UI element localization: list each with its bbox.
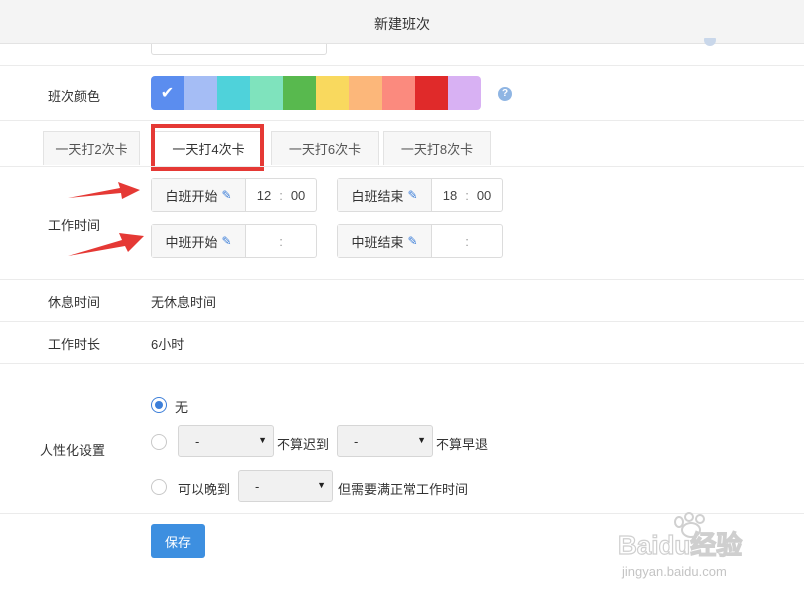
color-swatch[interactable]	[250, 76, 283, 110]
color-swatch[interactable]	[415, 76, 448, 110]
caret-down-icon: ▼	[417, 435, 426, 445]
day-end-time: 白班结束 ✎ 18 : 00	[337, 178, 503, 212]
duration-value: 6小时	[151, 337, 185, 352]
color-picker: ✔	[151, 76, 481, 110]
dialog-header: 新建班次	[0, 0, 804, 44]
color-swatch[interactable]	[217, 76, 250, 110]
color-swatch[interactable]	[283, 76, 316, 110]
color-swatch[interactable]	[316, 76, 349, 110]
highlight-box	[151, 124, 264, 171]
tab-6-punches[interactable]: 一天打6次卡	[271, 131, 379, 165]
mid-start-time-input[interactable]: :	[246, 225, 316, 257]
mid-end-time: 中班结束 ✎ :	[337, 224, 503, 258]
mid-end-label: 中班结束	[351, 234, 404, 250]
late-allow-suffix: 但需要满正常工作时间	[338, 482, 469, 497]
divider	[0, 65, 804, 66]
color-swatch[interactable]	[349, 76, 382, 110]
divider	[0, 120, 804, 121]
svg-text:jingyan.baidu.com: jingyan.baidu.com	[621, 564, 727, 579]
pencil-icon[interactable]: ✎	[221, 234, 231, 248]
radio-none[interactable]	[151, 397, 167, 413]
late-allow-prefix: 可以晚到	[178, 482, 231, 497]
baidu-watermark: Baidu经验 jingyan.baidu.com	[617, 512, 743, 579]
divider	[0, 279, 804, 280]
mid-end-time-input[interactable]: :	[432, 225, 502, 257]
color-swatch[interactable]: ✔	[151, 76, 184, 110]
mid-start-label: 中班开始	[165, 234, 218, 250]
pencil-icon[interactable]: ✎	[407, 234, 417, 248]
late-allow-select[interactable]: - ▼	[238, 470, 333, 502]
pencil-icon[interactable]: ✎	[407, 188, 417, 202]
early-text: 不算早退	[436, 437, 489, 452]
red-arrow-icon	[68, 182, 140, 199]
color-swatch[interactable]	[382, 76, 415, 110]
color-swatch[interactable]	[184, 76, 217, 110]
day-start-label: 白班开始	[165, 188, 218, 204]
save-button[interactable]: 保存	[151, 524, 205, 558]
check-icon: ✔	[160, 85, 175, 102]
svg-text:Baidu经验: Baidu经验	[618, 530, 742, 560]
divider	[0, 363, 804, 364]
rest-value: 无休息时间	[151, 295, 217, 310]
day-end-time-input[interactable]: 18 : 00	[432, 179, 502, 211]
color-swatch[interactable]	[448, 76, 481, 110]
red-arrow-icon	[68, 233, 144, 256]
shift-name-input-partial[interactable]	[151, 44, 327, 55]
help-icon-partial	[704, 38, 716, 46]
late-tolerance-select[interactable]: - ▼	[178, 425, 274, 457]
option-none-label: 无	[175, 400, 189, 415]
radio-late-allow[interactable]	[151, 479, 167, 495]
help-icon[interactable]: ?	[498, 87, 512, 101]
dialog-title: 新建班次	[374, 16, 430, 32]
punch-tabs: 一天打2次卡 一天打4次卡 一天打6次卡 一天打8次卡	[43, 131, 494, 165]
pencil-icon[interactable]: ✎	[221, 188, 231, 202]
tab-8-punches[interactable]: 一天打8次卡	[383, 131, 491, 165]
caret-down-icon: ▼	[317, 480, 326, 490]
day-end-label: 白班结束	[351, 188, 404, 204]
late-text: 不算迟到	[277, 437, 330, 452]
radio-tolerance[interactable]	[151, 434, 167, 450]
day-start-time: 白班开始 ✎ 12 : 00	[151, 178, 317, 212]
divider	[0, 321, 804, 322]
tab-2-punches[interactable]: 一天打2次卡	[43, 131, 140, 165]
divider	[0, 166, 804, 167]
mid-start-time: 中班开始 ✎ :	[151, 224, 317, 258]
early-tolerance-select[interactable]: - ▼	[337, 425, 433, 457]
caret-down-icon: ▼	[258, 435, 267, 445]
day-start-time-input[interactable]: 12 : 00	[246, 179, 316, 211]
